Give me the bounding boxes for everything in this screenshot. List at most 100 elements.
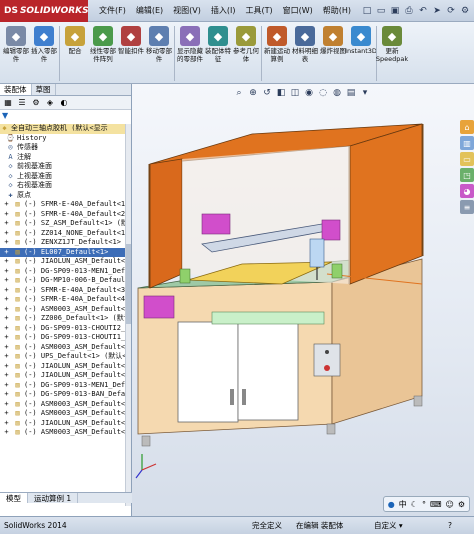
tree-item[interactable]: + ▧ (-) EL007_Default<1> — [0, 247, 126, 257]
resources-icon[interactable]: ⌂ — [460, 120, 474, 134]
tree-item[interactable]: + ▧ (-) DG-SP09-013-BAN_Default — [0, 390, 126, 400]
scrollbar-thumb[interactable] — [126, 244, 131, 324]
expand-icon[interactable]: + — [2, 257, 11, 266]
tree-item[interactable]: + ▧ (-) ASM0003_ASM_Default<4> — [0, 409, 126, 419]
tree-item[interactable]: + ▧ (-) UPS_Default<1> (默认<< — [0, 352, 126, 362]
file-explorer-icon[interactable]: ▭ — [460, 152, 474, 166]
tree-item[interactable]: ◎ 传感器 — [0, 143, 126, 153]
expand-icon[interactable]: + — [2, 200, 11, 209]
exploded-view-button[interactable]: ◆ 爆炸视图 — [319, 24, 347, 83]
save-icon[interactable]: ▣ — [389, 5, 401, 17]
tree-item[interactable]: + ▧ (-) ZZ014_NONE_Default<1> — [0, 229, 126, 239]
tab-sketch[interactable]: 草图 — [32, 84, 56, 95]
print-icon[interactable]: ⎙ — [403, 5, 415, 17]
expand-icon[interactable]: + — [2, 267, 11, 275]
config-manager-icon[interactable]: ⚙ — [30, 97, 42, 109]
tab-model[interactable]: 模型 — [0, 493, 28, 503]
moon-icon[interactable]: ☾ — [411, 500, 418, 509]
expand-icon[interactable]: + — [2, 428, 11, 437]
tree-item[interactable]: + ▧ (-) DG-SP09-013-CHOUTI2_Def — [0, 324, 126, 334]
show-hidden-button[interactable]: ◆ 显示隐藏的零部件 — [176, 24, 204, 83]
undo-icon[interactable]: ↶ — [417, 5, 429, 17]
display-manager-icon[interactable]: ◐ — [58, 97, 70, 109]
bom-button[interactable]: ◆ 材料明细表 — [291, 24, 319, 83]
tree-item[interactable]: + ▧ (-) ASM0003_ASM_Default<5> — [0, 428, 126, 438]
expand-icon[interactable]: + — [2, 295, 11, 304]
tree-item[interactable]: + ▧ (-) JIAOLUN_ASM_Default<1> — [0, 257, 126, 267]
rebuild-icon[interactable]: ⟳ — [445, 5, 457, 17]
expand-icon[interactable]: + — [2, 286, 11, 294]
view-palette-icon[interactable]: ◳ — [460, 168, 474, 182]
solidworks-logo[interactable]: DS SOLIDWORKS — [0, 0, 89, 22]
tree-item[interactable]: + ▧ (-) DG-MP10-006-B_Default<1> — [0, 276, 126, 286]
settings-icon[interactable]: ⚙ — [458, 500, 465, 509]
tree-item[interactable]: + ▧ (-) ASM0003_ASM_Default<3> — [0, 400, 126, 410]
assembly-feature-button[interactable]: ◆ 装配体特征 — [204, 24, 232, 83]
design-library-icon[interactable]: ▥ — [460, 136, 474, 150]
select-icon[interactable]: ➤ — [431, 5, 443, 17]
tree-item[interactable]: + ▧ (-) SFMR-E-40A_Default<4> — [0, 295, 126, 305]
tree-root[interactable]: ◆ 全自动三轴点胶机 (默认<显示 — [0, 124, 126, 134]
expand-icon[interactable]: + — [2, 305, 11, 313]
tree-item[interactable]: + ▧ (-) ASM0003_ASM_Default<1> — [0, 305, 126, 315]
expand-icon[interactable]: + — [2, 343, 11, 351]
tab-motion-study[interactable]: 运动算例 1 — [28, 493, 79, 503]
status-units[interactable]: 自定义 ▾ — [374, 520, 403, 531]
tree-item[interactable]: A 注解 — [0, 153, 126, 163]
tree-item[interactable]: + ▧ (-) SFMR-E-40A_Default<3> — [0, 286, 126, 296]
tree-item[interactable]: ◇ 前视基准面 — [0, 162, 126, 172]
motion-study-button[interactable]: ◆ 新建运动算例 — [263, 24, 291, 83]
tree-item[interactable]: + ▧ (-) DG-SP09-013-MEN1_Default — [0, 381, 126, 391]
expand-icon[interactable]: + — [2, 314, 11, 323]
tree-item[interactable]: + ▧ (-) JIAOLUN_ASM_Default<3> — [0, 371, 126, 381]
expand-icon[interactable]: + — [2, 381, 11, 389]
tree-item[interactable]: ◇ 右视基准面 — [0, 181, 126, 191]
menu-item[interactable]: 窗口(W) — [278, 5, 318, 16]
filter-row[interactable]: ▼ — [0, 110, 131, 121]
menu-item[interactable]: 帮助(H) — [318, 5, 356, 16]
expand-icon[interactable]: + — [2, 371, 11, 380]
tree-item[interactable]: ⌚ History — [0, 134, 126, 144]
speedpak-button[interactable]: ◆ 更新Speedpak — [376, 24, 408, 83]
tree-item[interactable]: + ▧ (-) SFMR-E-40A_Default<2> — [0, 210, 126, 220]
insert-component-button[interactable]: ◆ 插入零部件 — [30, 24, 58, 83]
expand-icon[interactable]: + — [2, 248, 11, 256]
open-icon[interactable]: ▭ — [375, 5, 387, 17]
tree-item[interactable]: + ▧ (-) ASM0003_ASM_Default<2> — [0, 343, 126, 353]
expand-icon[interactable]: + — [2, 352, 11, 361]
dimxpert-icon[interactable]: ◈ — [44, 97, 56, 109]
tree-item[interactable]: ✚ 原点 — [0, 191, 126, 201]
ref-geometry-button[interactable]: ◆ 参考几何体 — [232, 24, 260, 83]
tab-assembly[interactable]: 装配体 — [0, 84, 32, 95]
menu-item[interactable]: 编辑(E) — [131, 5, 168, 16]
expand-icon[interactable]: + — [2, 400, 11, 408]
expand-icon[interactable]: + — [2, 229, 11, 237]
expand-icon[interactable]: + — [2, 362, 11, 370]
tree-item[interactable]: ◇ 上视基准面 — [0, 172, 126, 182]
tree-item[interactable]: + ▧ (-) DG-SP09-013-MEN1_Default — [0, 267, 126, 277]
menu-item[interactable]: 文件(F) — [94, 5, 131, 16]
menu-item[interactable]: 插入(I) — [206, 5, 241, 16]
expand-icon[interactable]: + — [2, 409, 11, 418]
tree-item[interactable]: + ▧ (-) ZENXZ1JT_Default<1> (默 — [0, 238, 126, 248]
options-icon[interactable]: ⚙ — [459, 5, 471, 17]
new-icon[interactable]: □ — [361, 5, 373, 17]
expand-icon[interactable]: + — [2, 419, 11, 427]
keyboard-icon[interactable]: ⌨ — [430, 500, 442, 509]
expand-icon[interactable]: + — [2, 219, 11, 228]
tree-item[interactable]: + ▧ (-) DG-SP09-013-CHOUTI1_Def — [0, 333, 126, 343]
graphics-area[interactable]: ⌕ ⊕ ↺ ◧ ◫ ◉ ◌ ◍ ▤ ▾ ⌂ ▥ ▭ ◳ ◕ ≡ ● 中 ☾ ° … — [132, 84, 474, 516]
punct-icon[interactable]: ° — [422, 500, 426, 509]
tree-item[interactable]: + ▧ (-) SFMR-E-40A_Default<1> — [0, 200, 126, 210]
status-help[interactable]: ? — [448, 521, 452, 530]
menu-item[interactable]: 工具(T) — [240, 5, 277, 16]
expand-icon[interactable]: + — [2, 276, 11, 285]
menu-item[interactable]: 视图(V) — [168, 5, 206, 16]
expand-icon[interactable]: + — [2, 210, 11, 218]
instant3d-button[interactable]: ◆ Instant3D — [345, 24, 377, 83]
input-method-bar[interactable]: ● 中 ☾ ° ⌨ ☺ ⚙ — [382, 496, 470, 512]
expand-icon[interactable]: + — [2, 324, 11, 332]
tree-item[interactable]: + ▧ (-) JIAOLUN_ASM_Default<4> — [0, 419, 126, 429]
pattern-button[interactable]: ◆ 线性零部件阵列 — [89, 24, 117, 83]
feature-tree-icon[interactable]: ▦ — [2, 97, 14, 109]
